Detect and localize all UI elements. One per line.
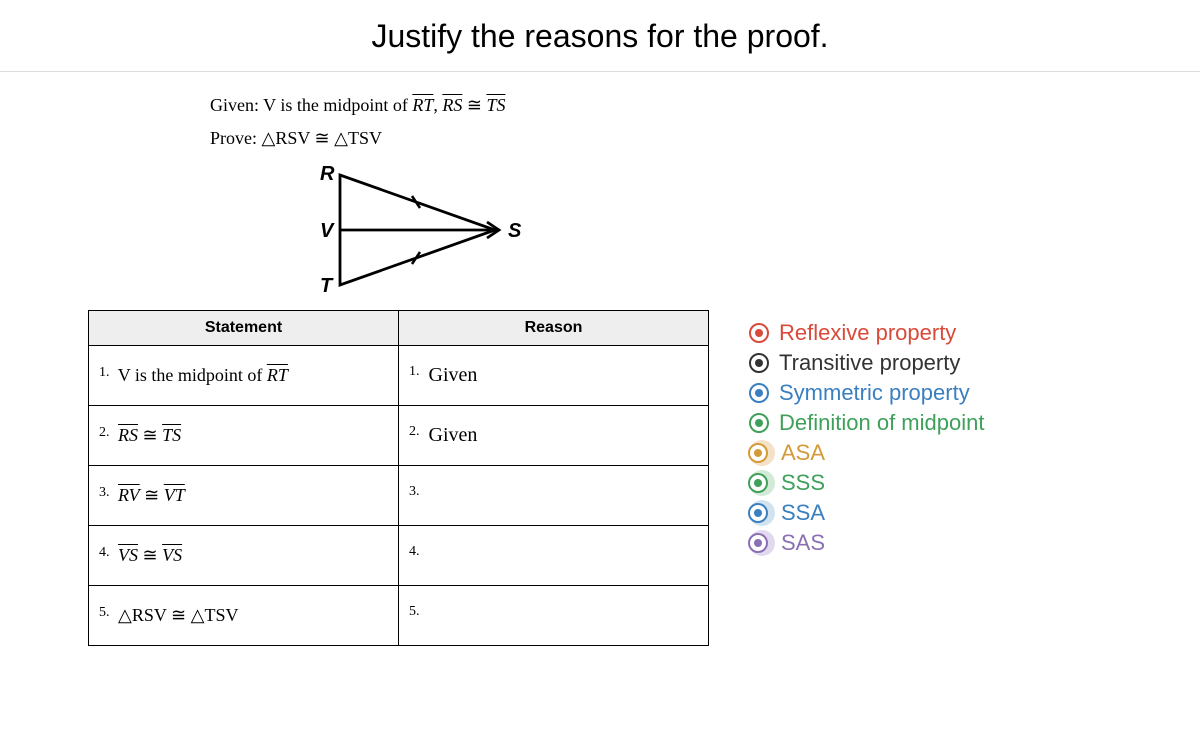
option-label: Transitive property	[779, 350, 960, 376]
halo-icon	[749, 470, 775, 496]
reason-text: Given	[429, 424, 478, 446]
given-prefix: Given: V is the midpoint of	[210, 95, 412, 115]
row-number: 5.	[99, 605, 110, 621]
proof-table: Statement Reason 1. V is the midpoint of…	[88, 310, 709, 646]
option-reflexive[interactable]: Reflexive property	[749, 320, 984, 346]
halo-icon	[749, 500, 775, 526]
table-row: 2. RS ≅ TS 2. Given	[89, 406, 709, 466]
row-number: 3.	[99, 485, 110, 501]
congruent-symbol: ≅	[138, 425, 162, 445]
segment: RS	[118, 425, 138, 445]
bullet-icon	[749, 353, 769, 373]
option-ssa[interactable]: SSA	[749, 500, 984, 526]
label-v: V	[320, 220, 335, 242]
header-statement: Statement	[89, 311, 399, 346]
triangle-tsv: △TSV	[334, 128, 382, 148]
table-row: 5. △RSV ≅ △TSV 5.	[89, 586, 709, 646]
stmt-text: △RSV ≅ △TSV	[118, 605, 238, 625]
label-t: T	[320, 275, 334, 297]
option-sas[interactable]: SAS	[749, 530, 984, 556]
segment: RV	[118, 485, 140, 505]
prove-line: Prove: △RSV ≅ △TSV	[210, 125, 1200, 152]
segment-ts: TS	[486, 95, 505, 115]
row-number: 4.	[99, 545, 110, 561]
geometry-figure: R V T S	[280, 160, 1200, 300]
triangle-rsv: △RSV	[262, 128, 311, 148]
row-number: 4.	[409, 544, 420, 560]
row-number: 1.	[99, 365, 110, 381]
option-transitive[interactable]: Transitive property	[749, 350, 984, 376]
option-definition-midpoint[interactable]: Definition of midpoint	[749, 410, 984, 436]
comma: ,	[433, 95, 442, 115]
congruent-symbol: ≅	[310, 128, 334, 148]
option-label: ASA	[781, 440, 825, 466]
halo-icon	[749, 530, 775, 556]
header-reason: Reason	[399, 311, 709, 346]
prove-prefix: Prove:	[210, 128, 262, 148]
label-s: S	[508, 220, 522, 242]
stmt-text: V is the midpoint of	[118, 365, 267, 385]
row-number: 5.	[409, 604, 420, 620]
segment: VS	[118, 545, 138, 565]
row-number: 1.	[409, 364, 420, 380]
label-r: R	[320, 163, 335, 185]
option-label: SAS	[781, 530, 825, 556]
row-number: 3.	[409, 484, 420, 500]
row-number: 2.	[409, 424, 420, 440]
option-symmetric[interactable]: Symmetric property	[749, 380, 984, 406]
option-label: Definition of midpoint	[779, 410, 984, 436]
answer-options: Reflexive property Transitive property S…	[749, 320, 984, 560]
congruent-symbol: ≅	[462, 95, 486, 115]
page-title: Justify the reasons for the proof.	[0, 0, 1200, 72]
bullet-icon	[749, 323, 769, 343]
segment: VS	[162, 545, 182, 565]
option-label: SSS	[781, 470, 825, 496]
option-label: SSA	[781, 500, 825, 526]
table-row: 1. V is the midpoint of RT 1. Given	[89, 346, 709, 406]
table-row: 4. VS ≅ VS 4.	[89, 526, 709, 586]
option-sss[interactable]: SSS	[749, 470, 984, 496]
bullet-icon	[749, 383, 769, 403]
congruent-symbol: ≅	[140, 485, 164, 505]
row-number: 2.	[99, 425, 110, 441]
table-row: 3. RV ≅ VT 3.	[89, 466, 709, 526]
segment-rs: RS	[442, 95, 462, 115]
segment: RT	[267, 365, 288, 385]
given-line: Given: V is the midpoint of RT, RS ≅ TS	[210, 92, 1200, 119]
halo-icon	[749, 440, 775, 466]
option-label: Reflexive property	[779, 320, 956, 346]
option-label: Symmetric property	[779, 380, 970, 406]
segment: TS	[162, 425, 181, 445]
segment: VT	[164, 485, 185, 505]
congruent-symbol: ≅	[138, 545, 162, 565]
reason-text: Given	[429, 364, 478, 386]
bullet-icon	[749, 413, 769, 433]
segment-rt: RT	[412, 95, 433, 115]
option-asa[interactable]: ASA	[749, 440, 984, 466]
